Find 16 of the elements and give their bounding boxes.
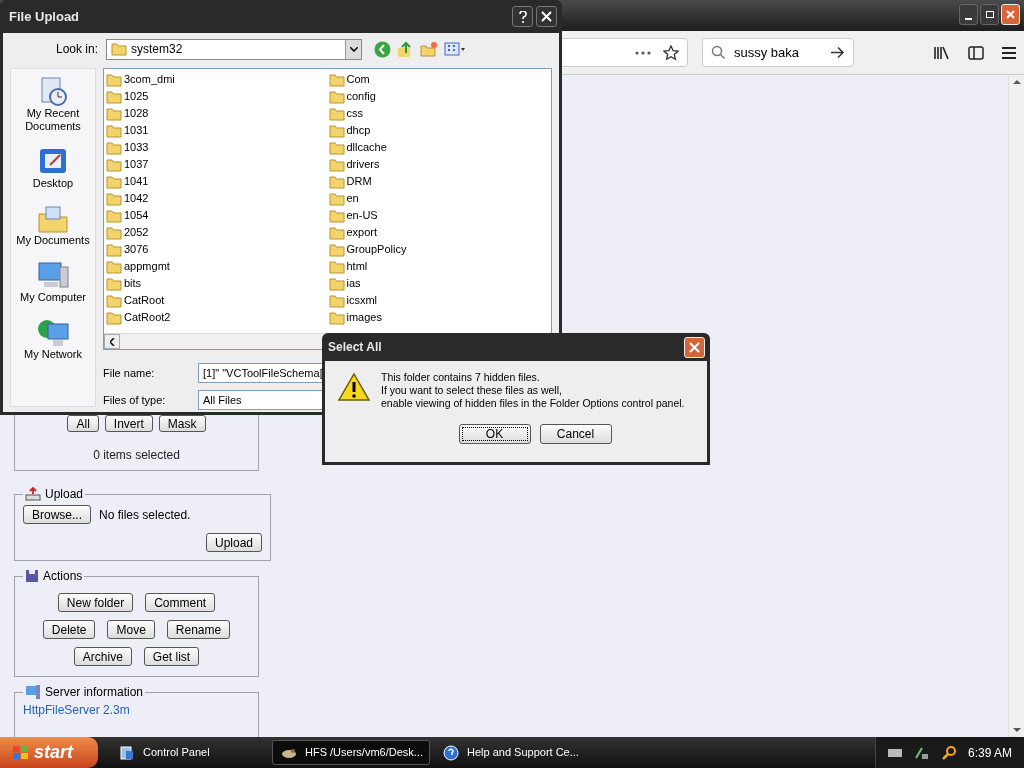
look-in-value: system32 [131, 41, 184, 58]
group-title: Actions [43, 568, 83, 585]
alert-message: If you want to select these files as well, [381, 384, 563, 397]
clock: 6:39 AM [967, 744, 1012, 762]
file-type-label: Files of type: [103, 392, 167, 408]
upload-status: No files selected. [99, 506, 191, 524]
search-text: sussy baka [734, 43, 801, 62]
look-in-label: Look in: [54, 41, 99, 58]
selection-status: 0 items selected [93, 447, 180, 464]
alert-message: enable viewing of hidden files in the Folder Options control panel. [381, 397, 685, 410]
dialog-title: File Upload [9, 7, 81, 26]
group-title: Server information [45, 684, 144, 701]
group-title: Upload [45, 486, 84, 503]
alert-message: This folder contains 7 hidden files. [381, 371, 541, 384]
file-name-label: File name: [103, 365, 156, 381]
dialog-title: Select All [328, 339, 383, 356]
